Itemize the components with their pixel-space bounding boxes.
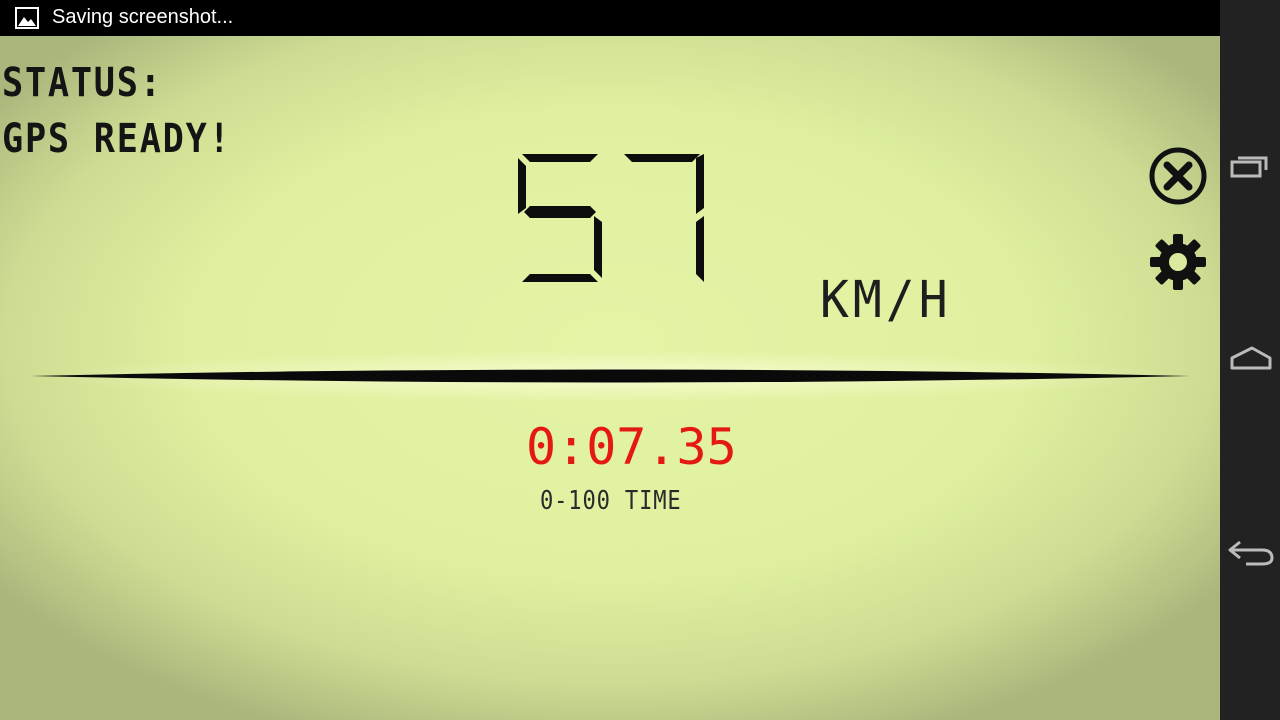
navigation-bar [1220, 0, 1280, 720]
speed-unit: KM/H [820, 270, 952, 330]
status-label: STATUS: [2, 60, 163, 106]
speed-value [518, 154, 704, 282]
back-icon[interactable] [1220, 520, 1280, 580]
notification-text: Saving screenshot... [52, 6, 234, 28]
home-icon[interactable] [1220, 330, 1280, 390]
speed-digit-5 [518, 154, 602, 282]
image-icon [15, 7, 39, 29]
timer-value: 0:07.35 [526, 418, 737, 476]
status-bar: Saving screenshot... [0, 0, 1220, 36]
timer-label: 0-100 TIME [540, 486, 682, 516]
speed-digit-7 [624, 154, 704, 282]
gear-icon[interactable] [1148, 232, 1208, 292]
recent-apps-icon[interactable] [1220, 138, 1280, 198]
status-value: GPS READY! [2, 116, 232, 162]
close-circle-icon[interactable] [1148, 146, 1208, 206]
divider [30, 351, 1190, 401]
speedometer-display: STATUS: GPS READY! KM/H 0:07.35 0-100 TI… [0, 36, 1220, 720]
